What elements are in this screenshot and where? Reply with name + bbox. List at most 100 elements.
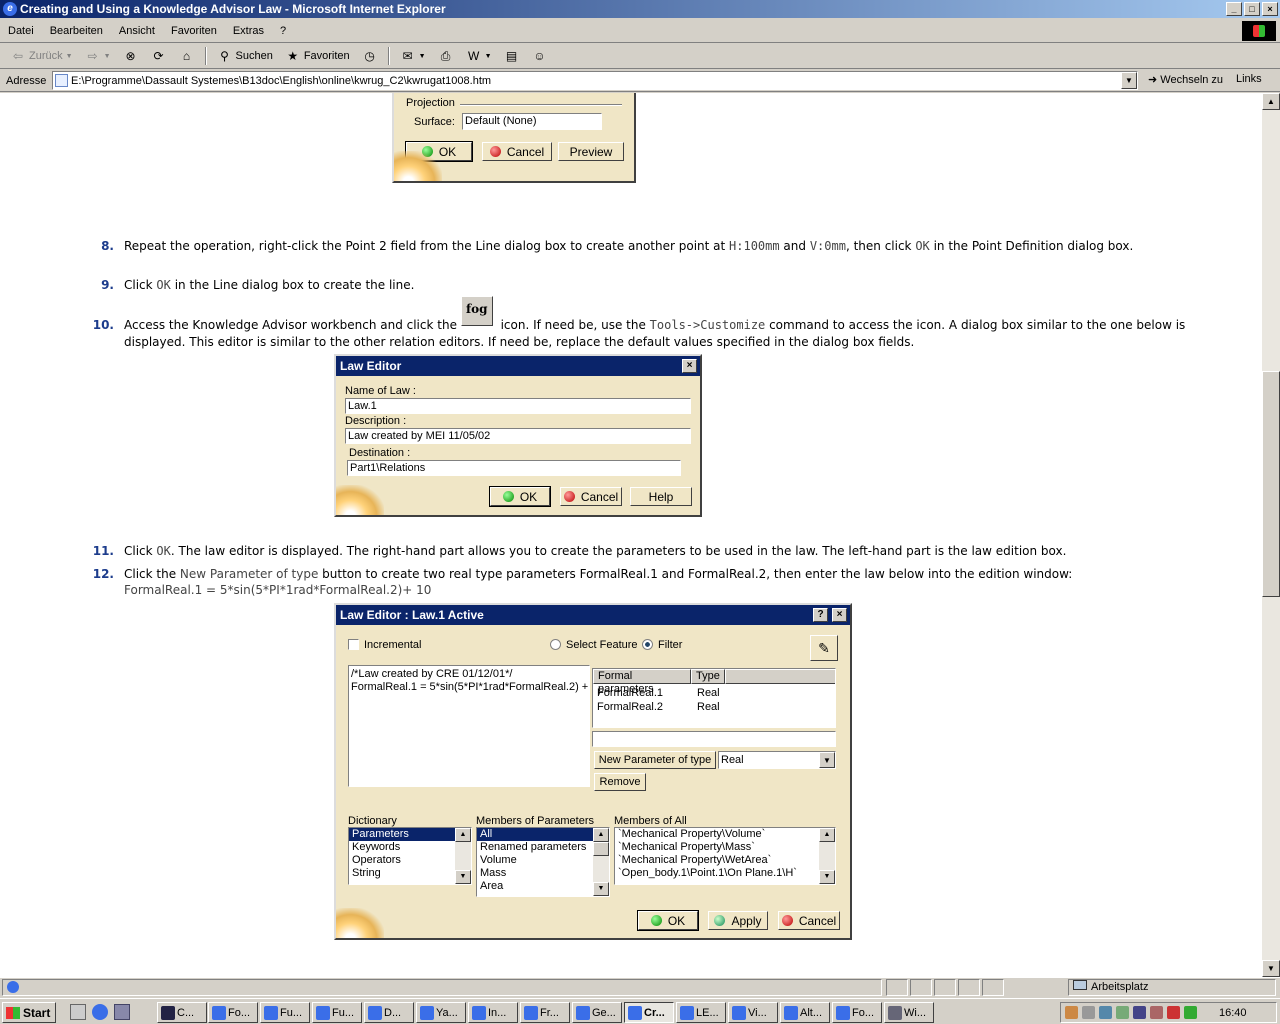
close-icon[interactable]: × bbox=[682, 359, 697, 373]
dictionary-list[interactable]: Parameters Keywords Operators String ▲ ▼ bbox=[348, 827, 472, 885]
list-item[interactable]: Parameters bbox=[349, 828, 455, 841]
taskbar-item[interactable]: Vi... bbox=[728, 1002, 778, 1023]
links-button[interactable]: Links bbox=[1236, 73, 1262, 85]
new-parameter-button[interactable]: New Parameter of type bbox=[594, 751, 716, 769]
list-item[interactable]: Volume bbox=[477, 854, 609, 867]
list-item[interactable]: Renamed parameters bbox=[477, 841, 609, 854]
remove-button[interactable]: Remove bbox=[594, 773, 646, 791]
eraser-button[interactable]: ✎ bbox=[810, 635, 838, 661]
menu-extras[interactable]: Extras bbox=[225, 25, 272, 37]
taskbar-item[interactable]: Fo... bbox=[208, 1002, 258, 1023]
filter-radio[interactable] bbox=[642, 639, 653, 650]
ok-button[interactable]: OK bbox=[489, 486, 551, 507]
menu-ansicht[interactable]: Ansicht bbox=[111, 25, 163, 37]
table-row[interactable]: FormalReal.2 bbox=[597, 701, 663, 713]
list-item[interactable]: Mass bbox=[477, 867, 609, 880]
help-button[interactable]: Help bbox=[630, 487, 692, 506]
list-item[interactable]: All bbox=[477, 828, 593, 841]
tray-app-icon[interactable] bbox=[1116, 1006, 1129, 1019]
messenger-button[interactable]: ☺ bbox=[528, 48, 552, 64]
list-item[interactable]: `Mechanical Property\Mass` bbox=[615, 841, 835, 854]
scroll-thumb[interactable] bbox=[1262, 371, 1280, 597]
outlook-launch-icon[interactable] bbox=[114, 1004, 130, 1020]
incremental-checkbox[interactable] bbox=[348, 639, 359, 650]
preview-button[interactable]: Preview bbox=[558, 142, 624, 161]
back-button[interactable]: ⇦ Zurück ▼ bbox=[6, 48, 77, 64]
scroll-down-button[interactable]: ▼ bbox=[1262, 960, 1280, 977]
menu-bearbeiten[interactable]: Bearbeiten bbox=[42, 25, 111, 37]
table-row[interactable]: FormalReal.1 bbox=[597, 687, 663, 699]
parameter-type-select[interactable]: Real ▼ bbox=[718, 751, 836, 769]
speaker-icon[interactable] bbox=[1082, 1006, 1095, 1019]
name-field[interactable]: Law.1 bbox=[345, 398, 691, 414]
parameter-value-field[interactable] bbox=[592, 731, 836, 747]
members-parameters-list[interactable]: All Renamed parameters Volume Mass Area … bbox=[476, 827, 610, 897]
tray-app-icon[interactable] bbox=[1167, 1006, 1180, 1019]
list-item[interactable]: `Mechanical Property\Volume` bbox=[615, 828, 835, 841]
cancel-button[interactable]: Cancel bbox=[560, 487, 622, 506]
go-button[interactable]: ➜ Wechseln zu bbox=[1148, 73, 1223, 86]
description-field[interactable]: Law created by MEI 11/05/02 bbox=[345, 428, 691, 444]
cancel-button[interactable]: Cancel bbox=[778, 911, 840, 930]
taskbar-item[interactable]: D... bbox=[364, 1002, 414, 1023]
favorites-button[interactable]: ★ Favoriten bbox=[281, 48, 354, 64]
chevron-down-icon[interactable]: ▼ bbox=[819, 752, 835, 768]
mail-button[interactable]: ✉ ▼ bbox=[396, 48, 430, 64]
destination-field[interactable]: Part1\Relations bbox=[347, 460, 681, 476]
tray-app-icon[interactable] bbox=[1133, 1006, 1146, 1019]
taskbar-item[interactable]: Fo... bbox=[832, 1002, 882, 1023]
close-icon[interactable]: × bbox=[832, 608, 847, 622]
refresh-button[interactable]: ⟳ bbox=[147, 48, 171, 64]
close-button[interactable]: × bbox=[1262, 2, 1278, 16]
address-dropdown[interactable]: ▼ bbox=[1121, 72, 1137, 89]
taskbar-item[interactable]: Ya... bbox=[416, 1002, 466, 1023]
taskbar-item[interactable]: LE... bbox=[676, 1002, 726, 1023]
taskbar-item[interactable]: Fu... bbox=[312, 1002, 362, 1023]
taskbar-item[interactable]: Ge... bbox=[572, 1002, 622, 1023]
taskbar-item[interactable]: In... bbox=[468, 1002, 518, 1023]
taskbar-item[interactable]: C... bbox=[157, 1002, 207, 1023]
col-type[interactable]: Type bbox=[691, 669, 725, 684]
members-all-list[interactable]: `Mechanical Property\Volume` `Mechanical… bbox=[614, 827, 836, 885]
menu-favoriten[interactable]: Favoriten bbox=[163, 25, 225, 37]
home-button[interactable]: ⌂ bbox=[175, 48, 199, 64]
scroll-up-button[interactable]: ▲ bbox=[1262, 93, 1280, 110]
list-item[interactable]: Operators bbox=[349, 854, 471, 867]
print-button[interactable]: ⎙ bbox=[434, 48, 458, 64]
list-scrollbar[interactable]: ▲ ▼ bbox=[455, 828, 471, 884]
history-button[interactable]: ◷ bbox=[358, 48, 382, 64]
cancel-button[interactable]: Cancel bbox=[482, 142, 552, 161]
list-scrollbar[interactable]: ▲ ▼ bbox=[593, 828, 609, 896]
menu-help[interactable]: ? bbox=[272, 25, 294, 37]
help-icon[interactable]: ? bbox=[813, 608, 828, 622]
tray-app-icon[interactable] bbox=[1150, 1006, 1163, 1019]
taskbar-item[interactable]: Wi... bbox=[884, 1002, 934, 1023]
law-edition-box[interactable]: /*Law created by CRE 01/12/01*/ FormalRe… bbox=[348, 665, 590, 787]
taskbar-item[interactable]: Fr... bbox=[520, 1002, 570, 1023]
col-formal-parameters[interactable]: Formal parameters bbox=[593, 669, 691, 695]
show-desktop-icon[interactable] bbox=[70, 1004, 86, 1020]
list-item[interactable]: Area bbox=[477, 880, 609, 893]
tray-app-icon[interactable] bbox=[1184, 1006, 1197, 1019]
ok-button[interactable]: OK bbox=[637, 910, 699, 931]
minimize-button[interactable]: _ bbox=[1226, 2, 1242, 16]
list-item[interactable]: `Open_body.1\Point.1\On Plane.1\H` bbox=[615, 867, 835, 880]
menu-datei[interactable]: Datei bbox=[0, 25, 42, 37]
page-scrollbar[interactable]: ▲ ▼ bbox=[1262, 93, 1280, 977]
taskbar-item-active[interactable]: Cr... bbox=[624, 1002, 674, 1023]
taskbar-item[interactable]: Fu... bbox=[260, 1002, 310, 1023]
stop-button[interactable]: ⊗ bbox=[119, 48, 143, 64]
discuss-button[interactable]: ▤ bbox=[500, 48, 524, 64]
start-button[interactable]: Start bbox=[2, 1002, 56, 1023]
list-item[interactable]: String bbox=[349, 867, 471, 880]
maximize-button[interactable]: □ bbox=[1244, 2, 1260, 16]
address-input[interactable]: E:\Programme\Dassault Systemes\B13doc\En… bbox=[52, 71, 1138, 90]
network-icon[interactable] bbox=[1099, 1006, 1112, 1019]
list-scrollbar[interactable]: ▲ ▼ bbox=[819, 828, 835, 884]
list-item[interactable]: Keywords bbox=[349, 841, 471, 854]
tray-app-icon[interactable] bbox=[1065, 1006, 1078, 1019]
list-item[interactable]: `Mechanical Property\WetArea` bbox=[615, 854, 835, 867]
ie-launch-icon[interactable] bbox=[92, 1004, 108, 1020]
edit-button[interactable]: W ▼ bbox=[462, 48, 496, 64]
taskbar-item[interactable]: Alt... bbox=[780, 1002, 830, 1023]
